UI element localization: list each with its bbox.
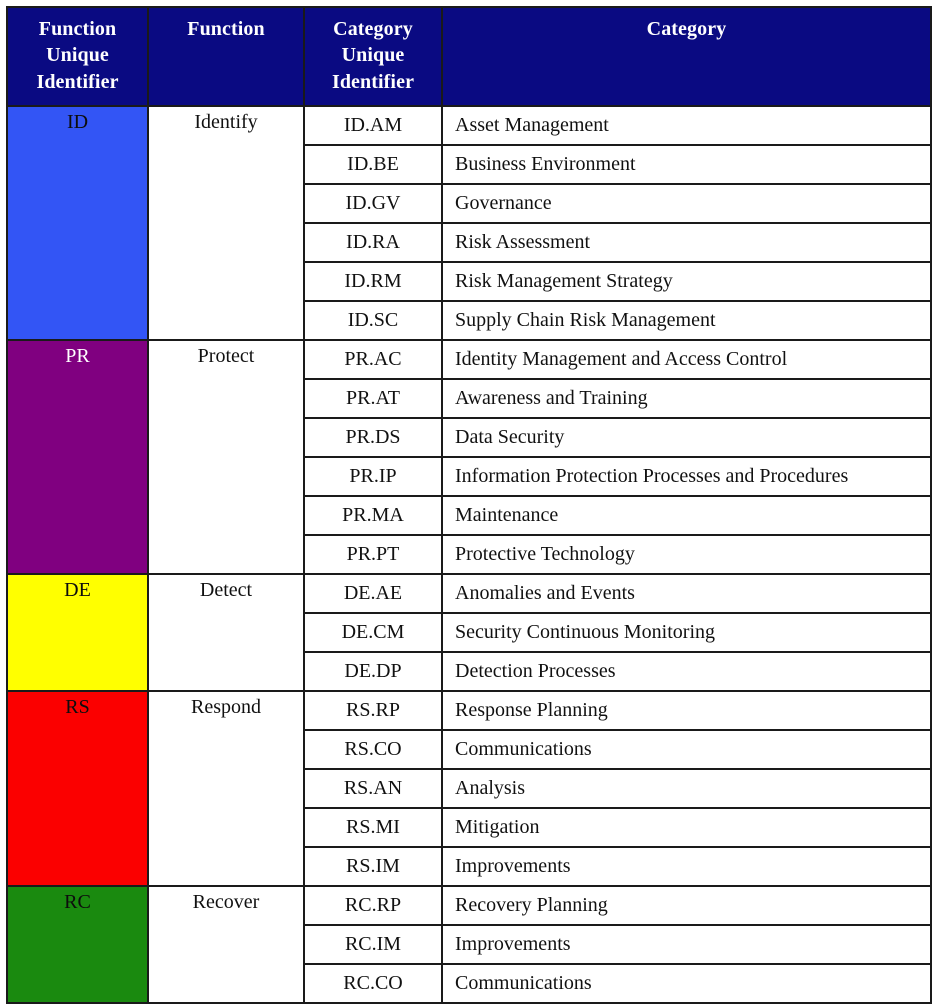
category-name-cell: Supply Chain Risk Management: [441, 300, 932, 342]
table-row: PR Protect PR.AC Identity Management and Ac…: [6, 339, 932, 576]
category-unique-identifier-cell: PR.IP: [303, 456, 443, 498]
category-unique-identifier-cell: PR.AT: [303, 378, 443, 420]
header-line-3: Identifier: [331, 70, 415, 93]
category-unique-identifier-cell: RC.IM: [303, 924, 443, 966]
function-name-cell-detect: Detect: [147, 573, 305, 693]
function-name-cell-respond: Respond: [147, 690, 305, 888]
table-row: RS Respond RS.RP Response Planning: [6, 690, 932, 888]
column-header-function: Function: [147, 5, 305, 108]
category-name-cell: Maintenance: [441, 495, 932, 537]
category-name-cell: Information Protection Processes and Pro…: [441, 456, 932, 498]
category-name-cell: Analysis: [441, 768, 932, 810]
category-name-cell: Awareness and Training: [441, 378, 932, 420]
category-unique-identifier-cell: ID.BE: [303, 144, 443, 186]
category-name-cell: Recovery Planning: [441, 885, 932, 927]
function-name-cell-identify: Identify: [147, 105, 305, 342]
header-row: Function Unique Identifier Function Cate…: [6, 5, 932, 108]
table-row: DE Detect DE.AE Anomalies and Events: [6, 573, 932, 693]
category-name-cell: Communications: [441, 729, 932, 771]
function-unique-identifier-cell-rs: RS: [6, 690, 149, 888]
category-unique-identifier-cell: PR.MA: [303, 495, 443, 537]
category-unique-identifier-cell: RS.RP: [303, 690, 443, 732]
category-unique-identifier-cell: ID.GV: [303, 183, 443, 225]
header-line-2: Unique: [46, 44, 109, 67]
column-header-category: Category: [441, 5, 932, 108]
table-row: ID Identify ID.AM Asset Management: [6, 105, 932, 342]
category-name-cell: Improvements: [441, 846, 932, 888]
function-unique-identifier-cell-de: DE: [6, 573, 149, 693]
category-unique-identifier-cell: DE.CM: [303, 612, 443, 654]
category-unique-identifier-cell: PR.AC: [303, 339, 443, 381]
category-name-cell: Data Security: [441, 417, 932, 459]
category-name-cell: Risk Management Strategy: [441, 261, 932, 303]
function-unique-identifier-cell-pr: PR: [6, 339, 149, 576]
category-unique-identifier-cell: DE.DP: [303, 651, 443, 693]
category-name-cell: Risk Assessment: [441, 222, 932, 264]
page-container: Function Unique Identifier Function Cate…: [0, 0, 936, 1004]
table-body: ID Identify ID.AM Asset Management ID.BE Busi…: [6, 105, 932, 1004]
header-line-2: Unique: [341, 44, 405, 67]
category-unique-identifier-cell: PR.DS: [303, 417, 443, 459]
column-header-function-unique-identifier: Function Unique Identifier: [6, 5, 149, 108]
category-unique-identifier-cell: RC.RP: [303, 885, 443, 927]
header-line-1: Function: [38, 18, 117, 40]
column-header-category-unique-identifier: Category Unique Identifier: [303, 5, 443, 108]
category-name-cell: Anomalies and Events: [441, 573, 932, 615]
category-name-cell: Asset Management: [441, 105, 932, 147]
header-line-1: Category: [333, 18, 413, 40]
category-name-cell: Identity Management and Access Control: [441, 339, 932, 381]
header-line-3: Identifier: [36, 70, 119, 93]
category-unique-identifier-cell: RS.IM: [303, 846, 443, 888]
category-unique-identifier-cell: RS.CO: [303, 729, 443, 771]
csf-function-category-table: Function Unique Identifier Function Cate…: [6, 5, 932, 1004]
category-name-cell: Improvements: [441, 924, 932, 966]
category-unique-identifier-cell: RS.AN: [303, 768, 443, 810]
table-row: RC Recover RC.RP Recovery Planning: [6, 885, 932, 1004]
category-unique-identifier-cell: ID.SC: [303, 300, 443, 342]
category-unique-identifier-cell: RC.CO: [303, 963, 443, 1004]
category-name-cell: Mitigation: [441, 807, 932, 849]
category-name-cell: Governance: [441, 183, 932, 225]
function-unique-identifier-cell-rc: RC: [6, 885, 149, 1004]
category-name-cell: Communications: [441, 963, 932, 1004]
table-header: Function Unique Identifier Function Cate…: [6, 5, 932, 108]
function-name-cell-protect: Protect: [147, 339, 305, 576]
category-name-cell: Security Continuous Monitoring: [441, 612, 932, 654]
category-name-cell: Response Planning: [441, 690, 932, 732]
category-unique-identifier-cell: ID.RA: [303, 222, 443, 264]
category-name-cell: Detection Processes: [441, 651, 932, 693]
category-unique-identifier-cell: ID.RM: [303, 261, 443, 303]
category-unique-identifier-cell: DE.AE: [303, 573, 443, 615]
category-unique-identifier-cell: RS.MI: [303, 807, 443, 849]
category-name-cell: Protective Technology: [441, 534, 932, 576]
category-unique-identifier-cell: ID.AM: [303, 105, 443, 147]
category-unique-identifier-cell: PR.PT: [303, 534, 443, 576]
category-name-cell: Business Environment: [441, 144, 932, 186]
function-name-cell-recover: Recover: [147, 885, 305, 1004]
function-unique-identifier-cell-id: ID: [6, 105, 149, 342]
